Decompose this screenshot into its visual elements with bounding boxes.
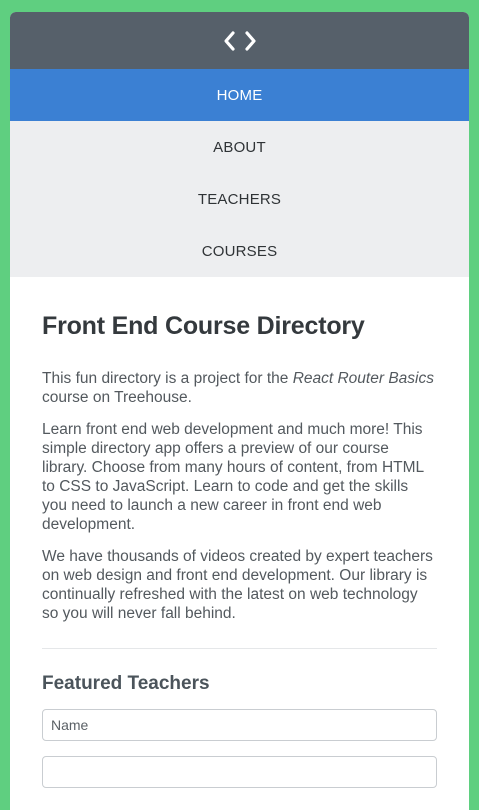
intro-paragraph: This fun directory is a project for the … (42, 369, 437, 407)
page-title: Front End Course Directory (42, 312, 365, 340)
featured-teachers-form (42, 709, 437, 788)
intro-text-before: This fun directory is a project for the (42, 370, 293, 387)
app-window: HOME ABOUT TEACHERS COURSES Front End Co… (10, 12, 469, 810)
main-nav: HOME ABOUT TEACHERS COURSES (10, 69, 469, 277)
section-divider (42, 648, 437, 649)
code-brackets-icon[interactable] (223, 30, 257, 52)
nav-courses-link[interactable]: COURSES (10, 225, 469, 277)
nav-teachers-link[interactable]: TEACHERS (10, 173, 469, 225)
library-paragraph: We have thousands of videos created by e… (42, 548, 433, 622)
nav-home-link[interactable]: HOME (10, 69, 469, 121)
header-bar (10, 12, 469, 69)
course-name-emphasis: React Router Basics (292, 370, 434, 387)
description-paragraph: Learn front end web development and much… (42, 421, 424, 533)
name-input[interactable] (42, 709, 437, 741)
featured-teachers-heading: Featured Teachers (42, 673, 210, 694)
main-content: Front End Course Directory This fun dire… (10, 312, 469, 788)
intro-text-after: course on Treehouse. (42, 389, 192, 406)
nav-about-link[interactable]: ABOUT (10, 121, 469, 173)
second-input[interactable] (42, 756, 437, 788)
